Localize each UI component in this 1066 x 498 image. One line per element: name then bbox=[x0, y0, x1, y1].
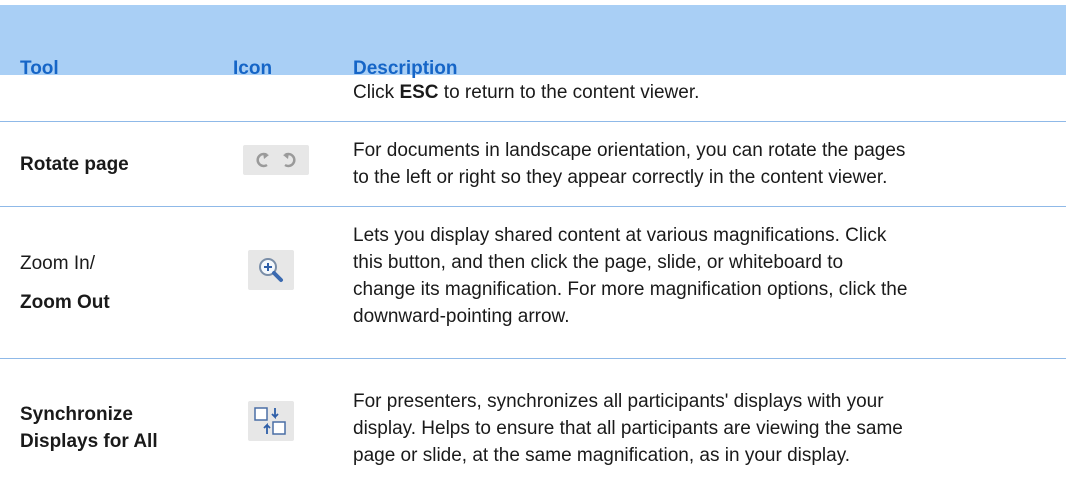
row-separator bbox=[0, 358, 1066, 359]
synchronize-icon-button bbox=[248, 401, 294, 441]
rotate-left-icon bbox=[256, 152, 269, 168]
synchronize-icon bbox=[254, 407, 286, 435]
synchronize-description: For presenters, synchronizes all partici… bbox=[353, 391, 903, 466]
header-icon: Icon bbox=[233, 58, 273, 79]
tool-zoom-in: Zoom In/ bbox=[20, 253, 95, 274]
table-header: Tool Icon Description bbox=[0, 5, 1066, 79]
tool-rotate-page: Rotate page bbox=[20, 154, 129, 175]
header-tool: Tool bbox=[20, 58, 59, 79]
tool-synchronize-line2: Displays for All bbox=[20, 431, 158, 452]
zoom-icon-button bbox=[248, 250, 294, 290]
row-esc-description: Click ESC to return to the content viewe… bbox=[353, 82, 700, 103]
zoom-description: Lets you display shared content at vario… bbox=[353, 225, 908, 327]
rotate-right-icon bbox=[283, 152, 296, 168]
zoom-in-icon bbox=[259, 258, 283, 282]
tool-zoom-out: Zoom Out bbox=[20, 292, 110, 313]
row-separator bbox=[0, 121, 1066, 122]
row-separator bbox=[0, 206, 1066, 207]
rotate-page-description: For documents in landscape orientation, … bbox=[353, 140, 906, 188]
tool-synchronize-line1: Synchronize bbox=[20, 404, 133, 425]
header-description: Description bbox=[353, 58, 458, 79]
rotate-icon-button bbox=[243, 145, 309, 175]
